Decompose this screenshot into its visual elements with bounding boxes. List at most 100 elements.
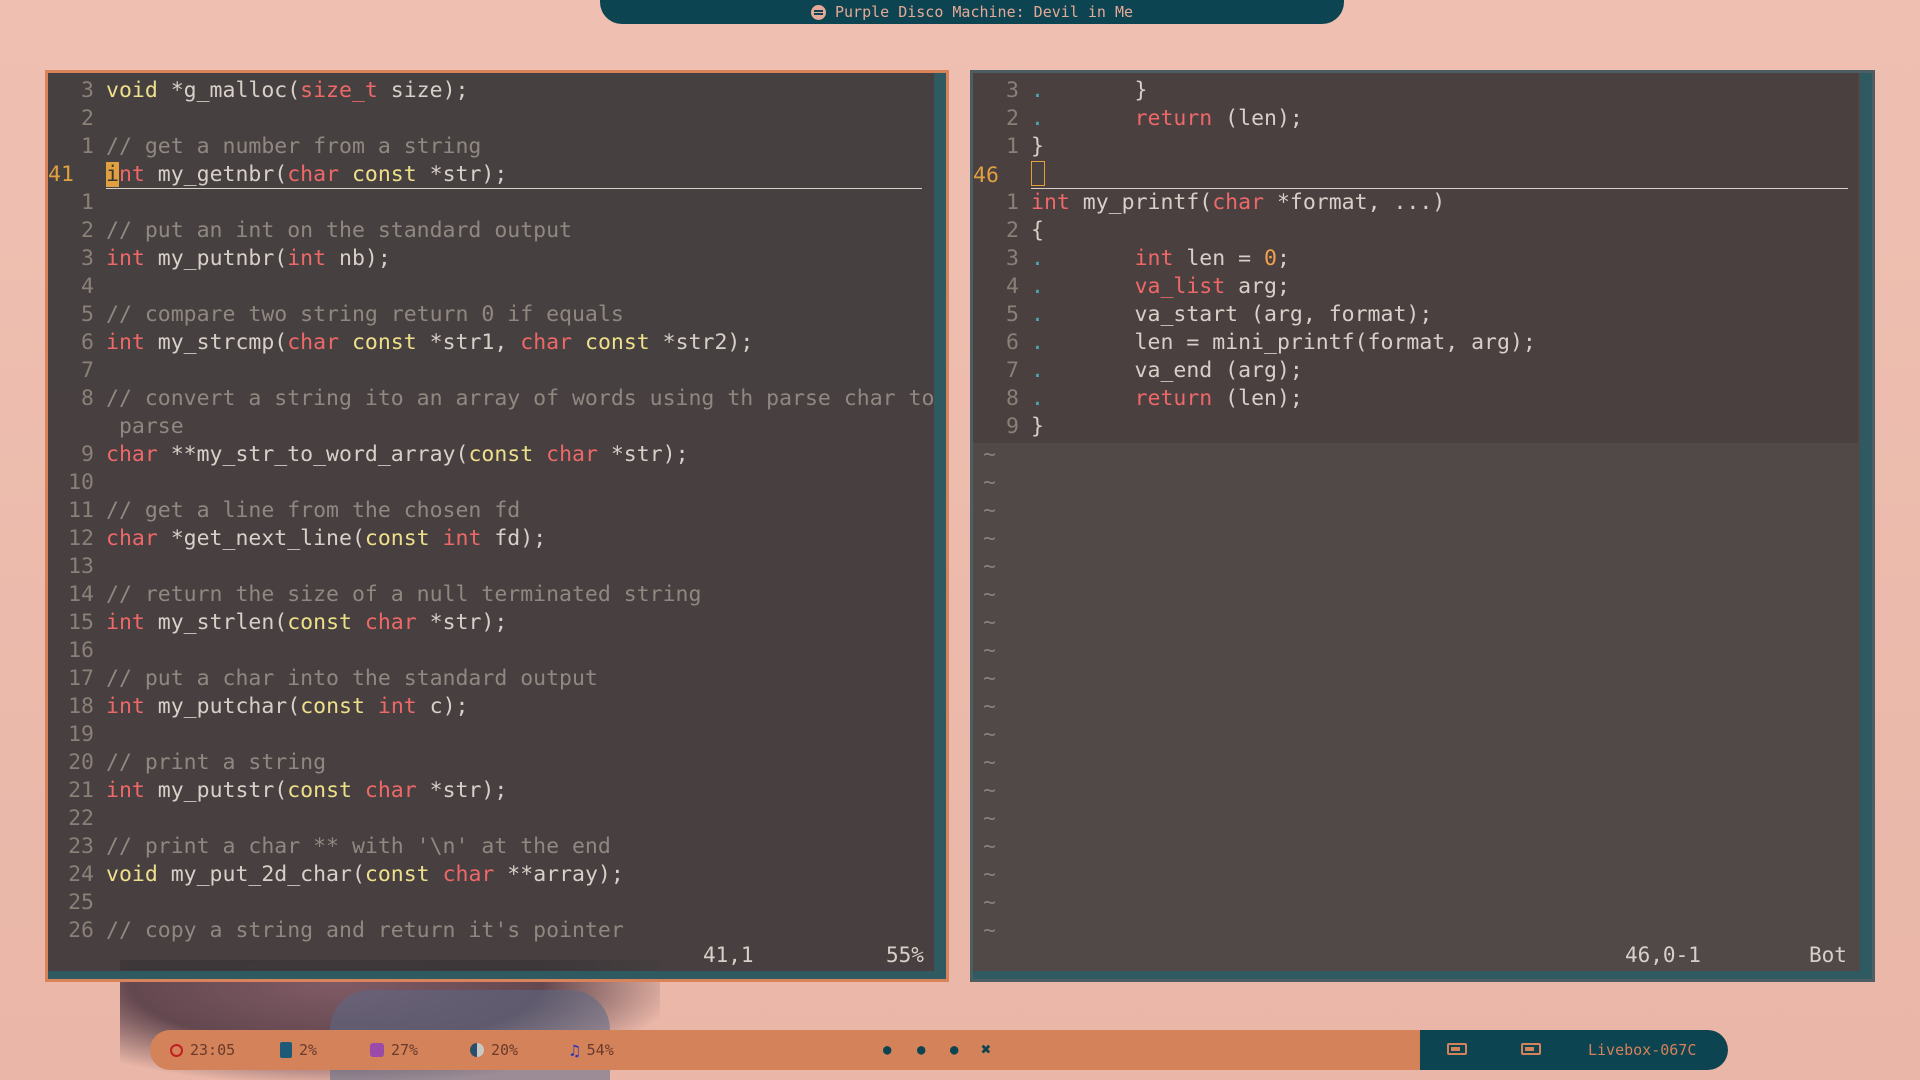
code-line[interactable]: 1 int my_printf(char *format, ...)	[973, 189, 1858, 217]
current-line[interactable]: 46	[973, 161, 1858, 189]
now-playing-bar[interactable]: Purple Disco Machine: Devil in Me	[600, 0, 1344, 24]
code-line[interactable]: 1}	[973, 133, 1858, 161]
current-line[interactable]: 41 int my_getnbr(char const *str);	[48, 161, 932, 189]
code-token: const	[300, 694, 365, 719]
code-line[interactable]: 15 int my_strlen(const char *str);	[48, 609, 932, 637]
code-line[interactable]: 3 int my_putnbr(int nb);	[48, 245, 932, 273]
code-token: my_putstr(	[144, 778, 288, 803]
code-line[interactable]: 6. len = mini_printf(format, arg);	[973, 329, 1858, 357]
line-number: 19	[68, 722, 94, 747]
code-line[interactable]: 4	[48, 273, 932, 301]
code-token: }	[1031, 414, 1044, 439]
code-line[interactable]: 6 int my_strcmp(char const *str1, char co…	[48, 329, 932, 357]
volume-widget[interactable]: ♫ 54%	[570, 1030, 614, 1070]
cpu-widget[interactable]: 2%	[280, 1030, 317, 1070]
code-line[interactable]: 10	[48, 469, 932, 497]
empty-buffer-line: ~	[983, 638, 996, 663]
vim-pane-right[interactable]: 3. } 2. return (len); 1} 46 1 int my_printf(c…	[970, 70, 1875, 982]
code-token: int	[106, 330, 145, 355]
code-line[interactable]: 2{	[973, 217, 1858, 245]
empty-buffer-line: ~	[983, 582, 996, 607]
empty-buffer-line: ~	[983, 666, 996, 691]
code-token: return	[1134, 386, 1213, 411]
code-token: const	[364, 526, 430, 551]
code-line[interactable]: parse	[48, 413, 932, 441]
line-number: 41	[48, 162, 74, 187]
code-token: char	[106, 526, 158, 551]
code-line[interactable]: 2. return (len);	[973, 105, 1858, 133]
cpu-text: 2%	[299, 1041, 318, 1059]
code-line[interactable]: 3. int len = 0;	[973, 245, 1858, 273]
code-line[interactable]: 2	[48, 105, 932, 133]
empty-buffer-line: ~	[983, 834, 996, 859]
code-token: int	[377, 694, 417, 719]
code-line[interactable]: 3. }	[973, 77, 1858, 105]
code-line[interactable]: 14 // return the size of a null terminate…	[48, 581, 932, 609]
line-number: 22	[68, 806, 94, 831]
code-editor-left[interactable]: 3 void *g_malloc(size_t size); 2 1// get a …	[48, 77, 934, 945]
code-line[interactable]: 7	[48, 357, 932, 385]
line-number: 1	[1006, 134, 1019, 159]
code-token: 0	[1264, 246, 1277, 271]
code-line[interactable]: 12 char *get_next_line(const int fd);	[48, 525, 932, 553]
code-line[interactable]: 1 // get a number from a string	[48, 133, 932, 161]
code-line[interactable]: 20 // print a string	[48, 749, 932, 777]
code-line[interactable]: 13	[48, 553, 932, 581]
code-line[interactable]: 19	[48, 721, 932, 749]
code-line[interactable]: 25	[48, 889, 932, 917]
system-status-bar: 23:05 2% 27% 20% ♫ 54% ● ● ● ✖ Livebox-0…	[150, 1030, 1728, 1070]
line-number: 5	[81, 302, 94, 327]
empty-buffer-line: ~	[983, 498, 996, 523]
code-line[interactable]: 18 int my_putchar(const int c);	[48, 693, 932, 721]
disk-widget[interactable]: 20%	[470, 1030, 518, 1070]
code-line[interactable]: 7. va_end (arg);	[973, 357, 1858, 385]
code-line[interactable]: 9 char **my_str_to_word_array(const char …	[48, 441, 932, 469]
code-token: nb);	[326, 246, 391, 271]
code-line[interactable]: 4. va_list arg;	[973, 273, 1858, 301]
memory-widget[interactable]: 27%	[370, 1030, 418, 1070]
music-note-icon: ♫	[570, 1040, 580, 1060]
workspace-2[interactable]: ●	[917, 1030, 925, 1070]
vim-pane-left[interactable]: 3 void *g_malloc(size_t size); 2 1// get a …	[45, 70, 949, 982]
code-line[interactable]: 3 void *g_malloc(size_t size);	[48, 77, 932, 105]
scroll-position: Bot	[1809, 943, 1847, 967]
code-line[interactable]: 2 // put an int on the standard output	[48, 217, 932, 245]
code-token: char	[1212, 190, 1265, 215]
code-line[interactable]: 5 // compare two string return 0 if equal…	[48, 301, 932, 329]
code-token: va_list	[1134, 274, 1226, 299]
code-token: int	[106, 610, 145, 635]
code-token: *g_malloc(	[157, 78, 301, 103]
code-line[interactable]: 21 int my_putstr(const char *str);	[48, 777, 932, 805]
line-number: 2	[81, 106, 94, 131]
code-line[interactable]: 9}	[973, 413, 1858, 441]
code-line[interactable]: 26 // copy a string and return it's point…	[48, 917, 932, 945]
code-line[interactable]: 11 // get a line from the chosen fd	[48, 497, 932, 525]
line-number: 23	[68, 834, 94, 859]
code-line[interactable]: 24 void my_put_2d_char(const char **array…	[48, 861, 932, 889]
code-editor-right[interactable]: 3. } 2. return (len); 1} 46 1 int my_printf(c…	[973, 77, 1858, 945]
code-line[interactable]: 5. va_start (arg, format);	[973, 301, 1858, 329]
pane-scroll-accent	[1860, 73, 1872, 979]
code-line[interactable]: 16	[48, 637, 932, 665]
network-name[interactable]: Livebox-067C	[1588, 1030, 1696, 1070]
code-line[interactable]: 22	[48, 805, 932, 833]
line-number: 9	[1006, 414, 1019, 439]
code-token: const	[351, 162, 417, 187]
code-token: const	[364, 862, 430, 887]
code-token: ;	[1276, 246, 1290, 271]
workspace-close[interactable]: ✖	[981, 1030, 991, 1070]
workspace-3[interactable]: ●	[950, 1030, 958, 1070]
code-line[interactable]: 8. return (len);	[973, 385, 1858, 413]
code-token: .	[1031, 78, 1044, 103]
line-number: 2	[1006, 106, 1019, 131]
code-line[interactable]: 1	[48, 189, 932, 217]
code-line[interactable]: 8 // convert a string ito an array of wor…	[48, 385, 934, 413]
code-line[interactable]: 17 // put a char into the standard output	[48, 665, 932, 693]
code-token: char	[442, 862, 495, 887]
code-token: size);	[377, 78, 469, 103]
line-number: 3	[1006, 246, 1019, 271]
code-line[interactable]: 23 // print a char ** with '\n' at the en…	[48, 833, 932, 861]
clock-widget[interactable]: 23:05	[170, 1030, 235, 1070]
workspace-1[interactable]: ●	[883, 1030, 891, 1070]
